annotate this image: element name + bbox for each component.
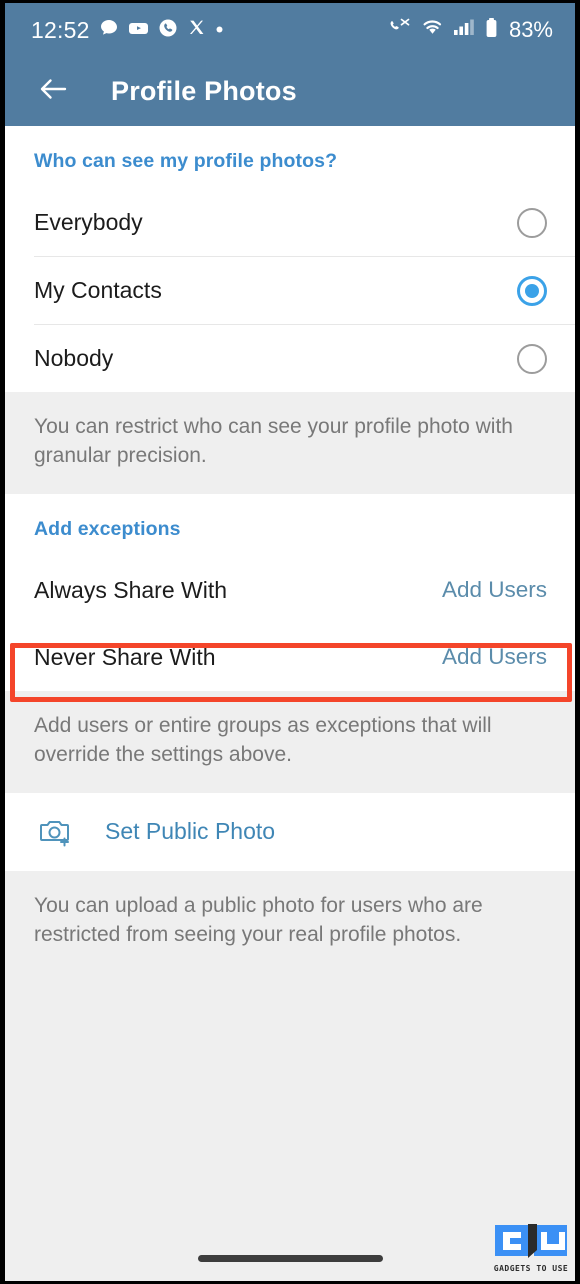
watermark-text: GADGETS TO USE [493,1264,569,1273]
page-title: Profile Photos [111,76,297,106]
radio-my-contacts[interactable] [517,275,547,306]
radio-everybody[interactable] [517,207,547,238]
call-mute-icon [388,17,412,43]
settings-content: Who can see my profile photos? Everybody… [5,126,575,1281]
option-row-everybody[interactable]: Everybody [5,189,575,256]
visibility-heading: Who can see my profile photos? [34,150,338,172]
public-photo-note: You can upload a public photo for users … [5,870,575,973]
back-arrow-icon [37,75,69,108]
set-public-photo-label: Set Public Photo [105,818,276,845]
row-label: Never Share With [34,643,216,670]
exceptions-card: Add exceptions Always Share With Add Use… [5,493,575,691]
wifi-icon [420,17,445,43]
option-label: Nobody [34,345,114,371]
status-bar-left: 12:52 [31,17,224,44]
watermark: GADGETS TO USE [491,1224,571,1273]
phone-screen: 12:52 83% Profile Photos Who can see my … [0,0,580,1284]
status-bar: 12:52 83% [5,3,575,57]
battery-icon [484,17,499,44]
chat-bubble-icon [99,18,119,43]
camera-add-icon [34,811,76,853]
app-bar: Profile Photos [5,57,575,126]
visibility-card: Who can see my profile photos? Everybody… [5,126,575,392]
status-bar-right: 83% [388,17,553,44]
option-row-my-contacts[interactable]: My Contacts [5,257,575,324]
add-users-link-never[interactable]: Add Users [442,644,547,670]
radio-nobody[interactable] [517,343,547,374]
x-twitter-icon [187,18,206,42]
home-gesture-pill[interactable] [197,1254,383,1262]
row-always-share-with[interactable]: Always Share With Add Users [5,556,575,624]
add-users-link-always[interactable]: Add Users [442,577,547,603]
navigation-bar [5,1235,575,1281]
option-label: Everybody [34,209,143,235]
gadgets-to-use-logo [491,1224,571,1263]
youtube-icon [128,18,149,43]
phone-circle-icon [158,18,178,43]
row-label: Always Share With [34,576,228,603]
option-row-nobody[interactable]: Nobody [5,325,575,392]
cellular-signal-icon [453,17,476,43]
set-public-photo-row[interactable]: Set Public Photo [5,792,575,871]
visibility-note: You can restrict who can see your profil… [5,392,575,494]
battery-percent: 83% [508,17,553,42]
exceptions-note: Add users or entire groups as exceptions… [5,690,575,793]
exceptions-heading: Add exceptions [34,517,181,540]
dot-icon [215,21,224,39]
option-label: My Contacts [34,277,162,303]
back-button[interactable] [31,70,75,114]
status-time: 12:52 [31,16,90,43]
row-never-share-with[interactable]: Never Share With Add Users [5,623,575,691]
